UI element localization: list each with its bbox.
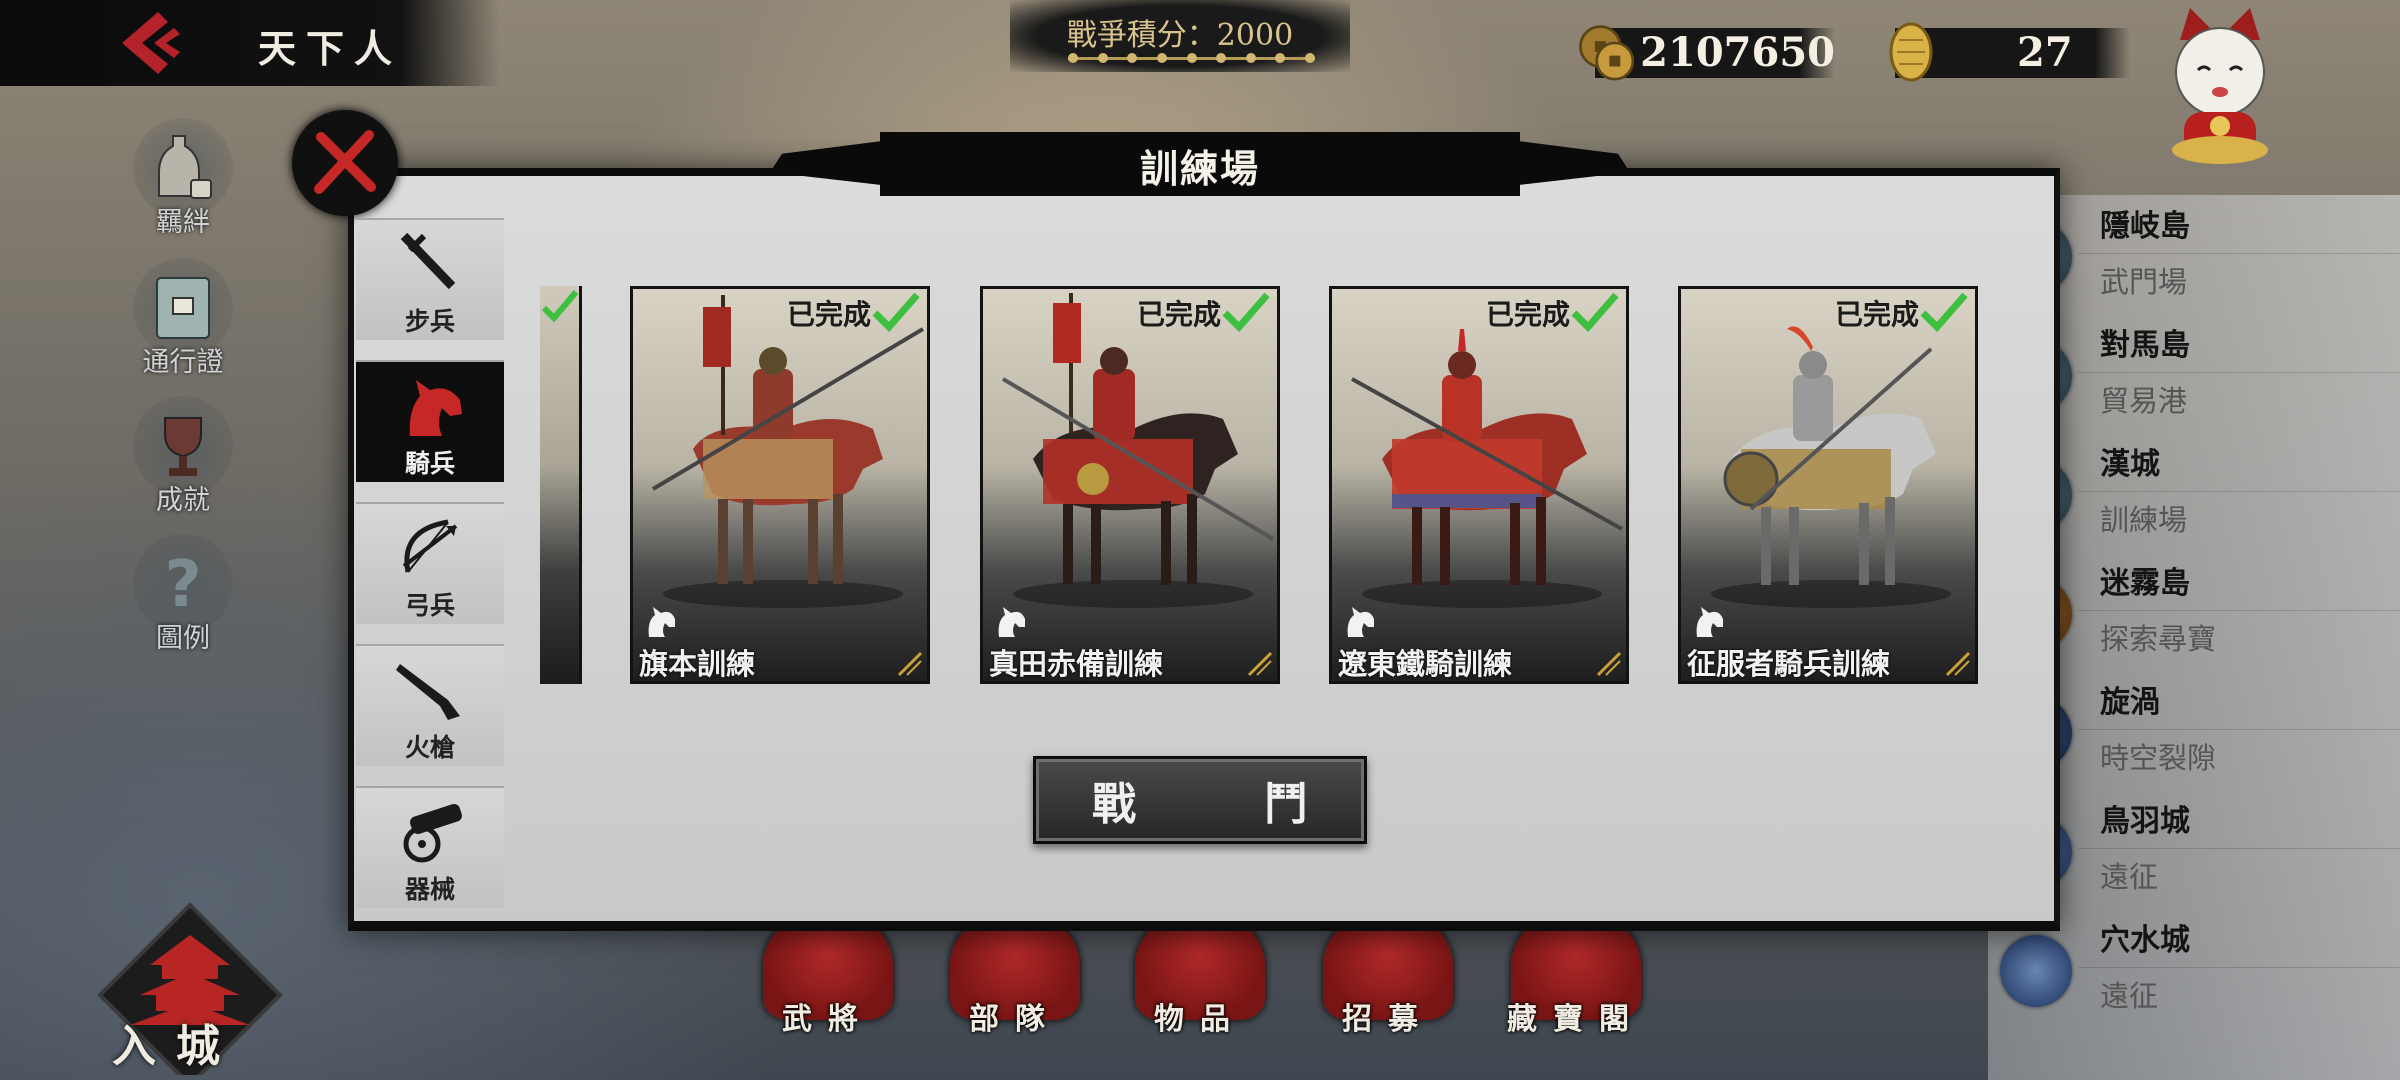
unit-card-name: 征服者騎兵訓練 — [1687, 647, 1891, 681]
coin-counter[interactable]: 2107650 — [1575, 18, 1835, 86]
unit-card[interactable]: 已完成 征服者騎兵訓練 — [1678, 286, 1978, 684]
horse-badge-icon — [1696, 607, 1723, 637]
unit-card-name: 旗本訓練 — [639, 647, 756, 681]
unit-card-partial[interactable] — [540, 286, 582, 684]
horse-badge-icon — [998, 607, 1025, 637]
horse-badge-icon — [648, 607, 675, 637]
corner-ornament-icon — [1596, 651, 1622, 677]
unit-card-name: 真田赤備訓練 — [989, 647, 1164, 681]
tab-siege[interactable]: 器械 — [356, 786, 504, 908]
cavalry-art-image — [651, 295, 925, 608]
status-label: 已完成 — [1136, 298, 1221, 331]
cavalry-art-image — [1351, 329, 1623, 608]
dialog-header: 訓練場 — [880, 132, 1520, 196]
dialog-title: 訓練場 — [1139, 146, 1260, 191]
gold-value: 27 — [2017, 28, 2073, 76]
tab-archer[interactable]: 弓兵 — [356, 502, 504, 624]
katana-icon — [400, 232, 456, 290]
close-icon — [314, 130, 376, 194]
corner-ornament-icon — [1247, 651, 1273, 677]
page-title: 天下人 — [258, 26, 403, 71]
musket-icon — [396, 664, 460, 720]
corner-ornament-icon — [1945, 651, 1971, 677]
side-menu-pass[interactable]: 通行證 — [128, 258, 238, 379]
tab-musket[interactable]: 火槍 — [356, 644, 504, 766]
coin-value: 2107650 — [1640, 28, 1835, 76]
back-arrow-icon — [122, 12, 180, 74]
trophy-icon — [164, 417, 202, 476]
gold-counter[interactable]: 27 — [1875, 18, 2130, 86]
cavalry-art-image — [1711, 326, 1951, 608]
check-icon — [1920, 292, 1968, 333]
horse-head-icon — [409, 380, 462, 436]
fight-button[interactable]: 戰 鬥 — [1033, 756, 1367, 844]
check-icon — [541, 290, 579, 323]
svg-text:?: ? — [164, 548, 201, 622]
status-label: 已完成 — [1834, 298, 1919, 331]
close-button[interactable] — [292, 110, 398, 216]
back-button[interactable] — [105, 6, 195, 80]
bow-arrow-icon — [402, 519, 458, 573]
unit-card[interactable]: 已完成 遼東鐵騎訓練 — [1329, 286, 1629, 684]
unit-card-name: 遼東鐵騎訓練 — [1338, 647, 1513, 681]
lucky-cat-icon[interactable] — [2140, 0, 2300, 170]
side-menu-achievement[interactable]: 成就 — [128, 396, 238, 517]
pass-scroll-icon — [156, 277, 210, 339]
status-label: 已完成 — [1485, 298, 1570, 331]
check-icon — [872, 292, 920, 333]
war-score-panel: 戰爭積分：2000 — [1010, 0, 1350, 72]
question-icon: ? — [164, 548, 201, 622]
enter-castle-label[interactable]: 入城 — [112, 1010, 240, 1074]
cannon-icon — [403, 803, 462, 863]
unit-card[interactable]: 已完成 旗本訓練 — [630, 286, 930, 684]
coins-icon — [1579, 25, 1635, 81]
war-score-track — [1068, 53, 1316, 63]
unit-card[interactable]: 已完成 真田赤備訓練 — [980, 286, 1280, 684]
top-title-bar: 天下人 — [0, 0, 500, 86]
status-label: 已完成 — [786, 298, 871, 331]
tab-infantry[interactable]: 步兵 — [356, 218, 504, 340]
side-menu-legend[interactable]: ? 圖例 — [128, 534, 238, 655]
check-icon — [1222, 292, 1270, 333]
horse-badge-icon — [1347, 607, 1374, 637]
side-menu-bond[interactable]: 羈絆 — [128, 118, 238, 239]
location-emblem-icon — [2000, 935, 2072, 1007]
war-score-label: 戰爭積分：2000 — [1066, 18, 1294, 53]
gold-koban-icon — [1889, 22, 1933, 82]
corner-ornament-icon — [897, 651, 923, 677]
check-icon — [1571, 292, 1619, 333]
cavalry-art-image — [1001, 293, 1275, 608]
tab-cavalry[interactable]: 騎兵 — [356, 360, 504, 482]
sake-set-icon — [158, 135, 212, 199]
